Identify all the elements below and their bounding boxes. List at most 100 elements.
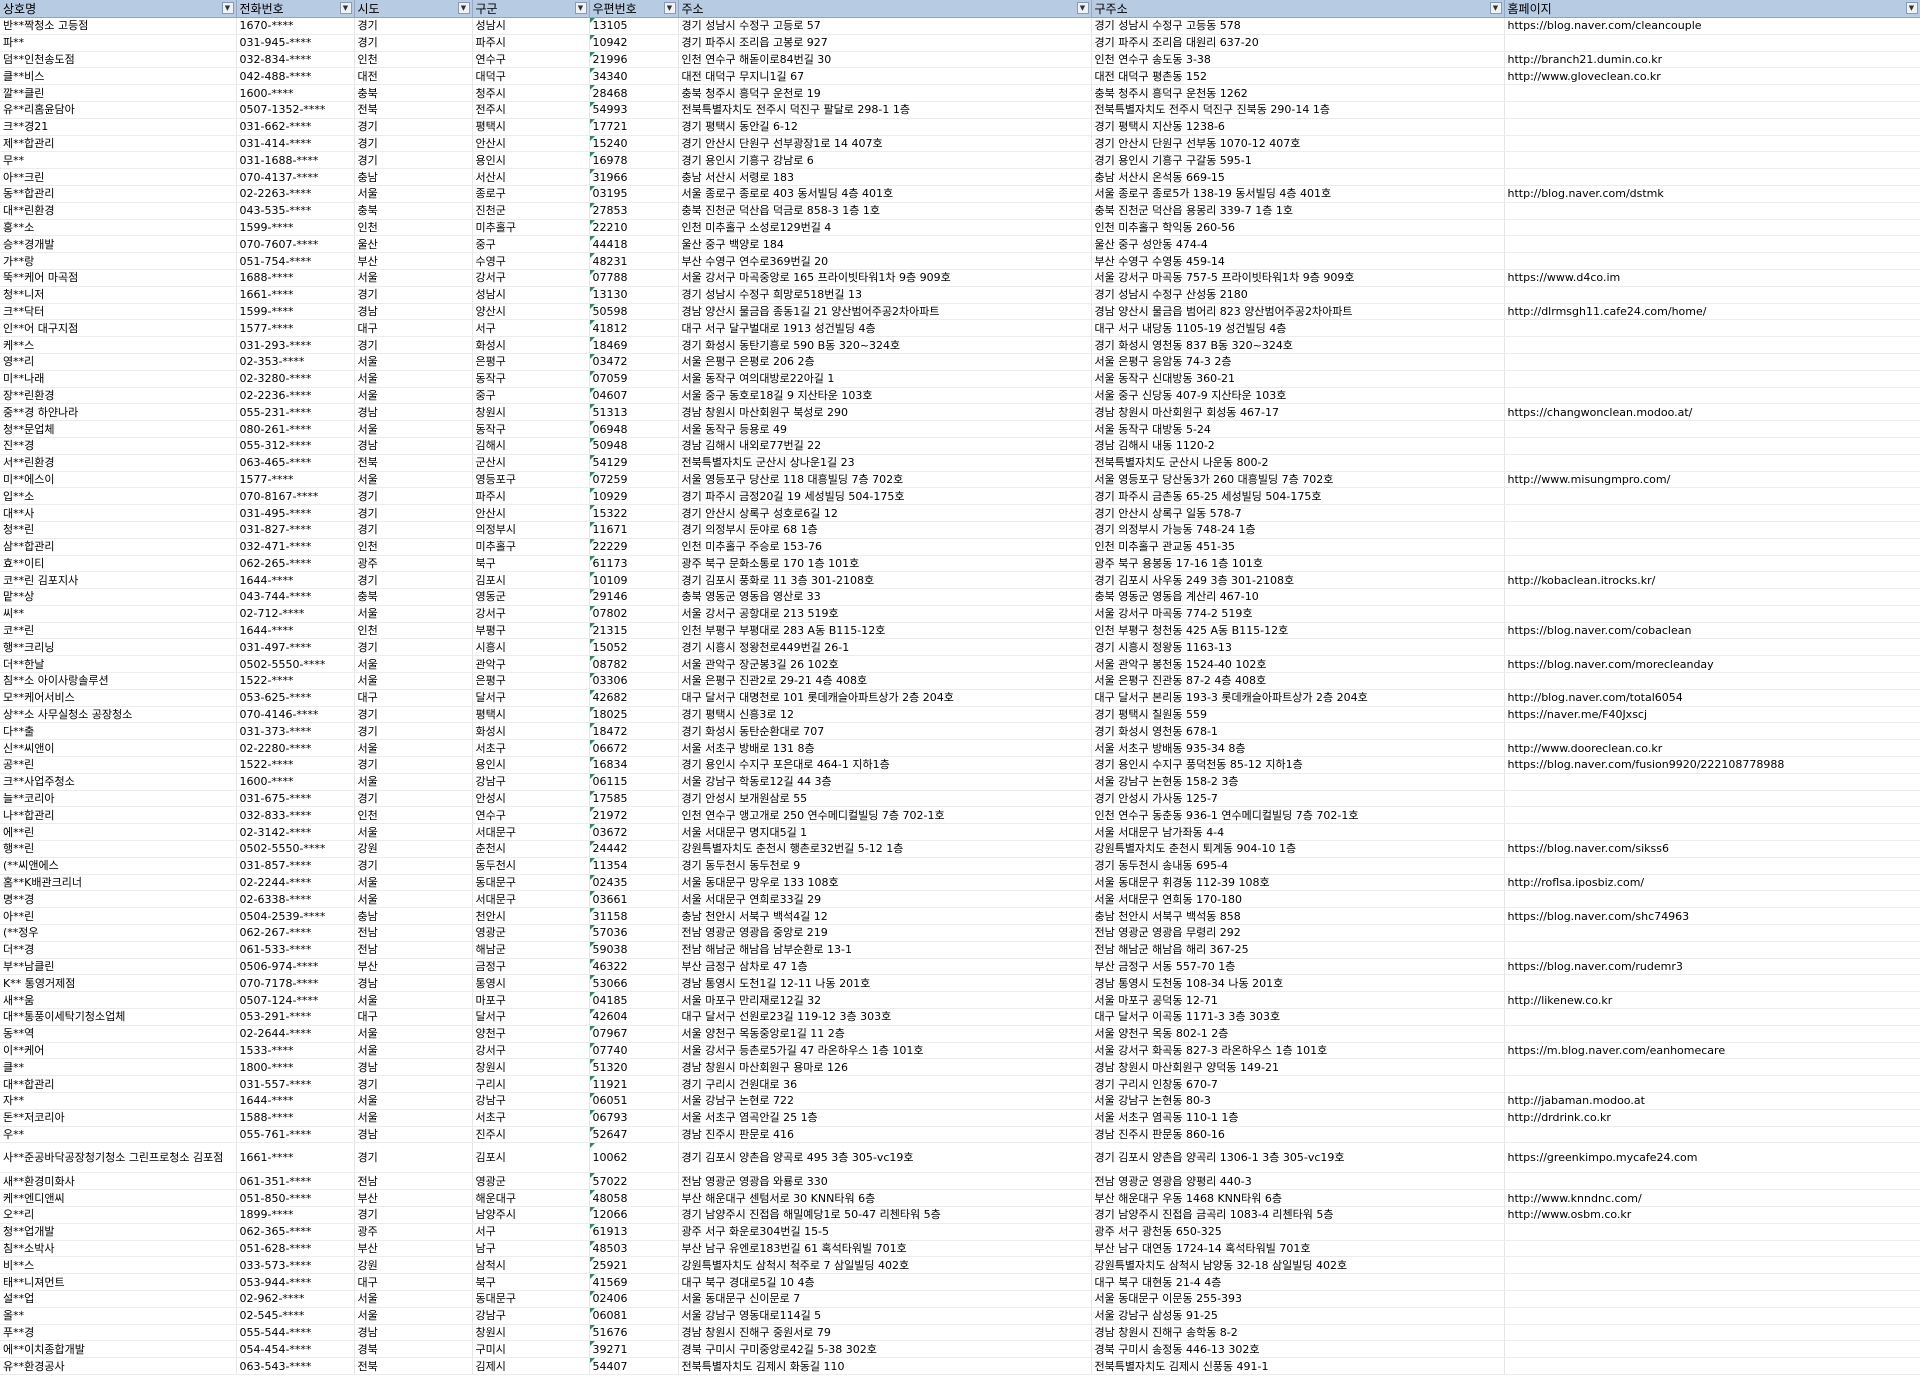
- table-cell[interactable]: http://drdrink.co.kr: [1504, 1109, 1920, 1127]
- table-cell[interactable]: 1588-****: [236, 1109, 355, 1127]
- table-cell[interactable]: 서울 강남구 논현동 80-3: [1091, 1092, 1505, 1110]
- table-cell[interactable]: 17721: [589, 118, 679, 136]
- table-cell[interactable]: 푸**경: [0, 1324, 237, 1342]
- table-cell[interactable]: 의정부시: [472, 521, 590, 539]
- table-cell[interactable]: 돈**저코리아: [0, 1109, 237, 1127]
- table-cell[interactable]: 서울: [354, 672, 473, 690]
- table-cell[interactable]: 상**소 사무실청소 공장청소: [0, 706, 237, 724]
- table-cell[interactable]: 전남 영광군 영광읍 무령리 292: [1091, 924, 1505, 942]
- table-cell[interactable]: 깔**클린: [0, 84, 237, 102]
- table-cell[interactable]: http://likenew.co.kr: [1504, 991, 1920, 1010]
- table-cell[interactable]: https://blog.naver.com/cleancouple: [1504, 17, 1920, 35]
- table-cell[interactable]: 북구: [472, 555, 590, 573]
- table-cell[interactable]: 1600-****: [236, 84, 355, 102]
- table-cell[interactable]: 48058: [589, 1189, 679, 1207]
- table-cell[interactable]: 충북 청주시 흥덕구 운천로 19: [678, 84, 1092, 102]
- table-cell[interactable]: 18472: [589, 722, 679, 741]
- table-cell[interactable]: 대**합관리: [0, 1075, 237, 1093]
- table-cell[interactable]: 경기 안성시 보개원삼로 55: [678, 790, 1092, 808]
- table-cell[interactable]: 다**출: [0, 722, 237, 741]
- table-cell[interactable]: 청**업개발: [0, 1223, 237, 1241]
- table-cell[interactable]: 서울 강남구 영동대로114길 5: [678, 1307, 1092, 1325]
- table-cell[interactable]: 인천: [354, 806, 473, 825]
- table-cell[interactable]: 서울: [354, 269, 473, 287]
- table-cell[interactable]: 에**린: [0, 823, 237, 842]
- table-cell[interactable]: 053-625-****: [236, 689, 355, 707]
- table-cell[interactable]: 경기 김포시 사우동 249 3층 301-2108호: [1091, 571, 1505, 590]
- table-cell[interactable]: 행**크리닝: [0, 638, 237, 657]
- column-header[interactable]: 구군 ▼: [472, 0, 590, 18]
- table-cell[interactable]: 02435: [589, 874, 679, 892]
- table-cell[interactable]: http://www.misungmpro.com/: [1504, 471, 1920, 489]
- table-cell[interactable]: [1504, 336, 1920, 354]
- table-cell[interactable]: 명**경: [0, 890, 237, 909]
- table-cell[interactable]: 02-6338-****: [236, 890, 355, 909]
- table-cell[interactable]: 강남구: [472, 1092, 590, 1110]
- table-cell[interactable]: 1661-****: [236, 1142, 355, 1174]
- column-header[interactable]: 구주소 ▼: [1091, 0, 1505, 18]
- table-cell[interactable]: 전주시: [472, 101, 590, 119]
- table-cell[interactable]: 서울 관악구 장군봉3길 26 102호: [678, 655, 1092, 674]
- table-cell[interactable]: 032-471-****: [236, 538, 355, 556]
- table-cell[interactable]: 032-833-****: [236, 806, 355, 825]
- table-cell[interactable]: 군산시: [472, 454, 590, 472]
- table-cell[interactable]: 07967: [589, 1025, 679, 1043]
- table-cell[interactable]: 용인시: [472, 151, 590, 170]
- table-cell[interactable]: 인천: [354, 622, 473, 640]
- table-cell[interactable]: 동대문구: [472, 874, 590, 892]
- table-cell[interactable]: 02-545-****: [236, 1307, 355, 1325]
- table-cell[interactable]: 51313: [589, 403, 679, 422]
- table-cell[interactable]: 10109: [589, 571, 679, 590]
- table-cell[interactable]: 서울 은평구 은평로 206 2층: [678, 353, 1092, 371]
- column-header[interactable]: 주소 ▼: [678, 0, 1092, 18]
- table-cell[interactable]: [1504, 790, 1920, 808]
- table-cell[interactable]: 부산 해운대구 우동 1468 KNN타워 6층: [1091, 1189, 1505, 1207]
- table-cell[interactable]: 경기 평택시 동안길 6-12: [678, 118, 1092, 136]
- table-cell[interactable]: http://kobaclean.itrocks.kr/: [1504, 571, 1920, 590]
- table-cell[interactable]: 침**소 아이사랑솔루션: [0, 672, 237, 690]
- table-cell[interactable]: 경기 구리시 건원대로 36: [678, 1075, 1092, 1093]
- table-cell[interactable]: https://blog.naver.com/fusion9920/222108…: [1504, 756, 1920, 774]
- table-cell[interactable]: 광주: [354, 555, 473, 573]
- table-cell[interactable]: 06793: [589, 1109, 679, 1127]
- table-cell[interactable]: 21996: [589, 51, 679, 69]
- filter-dropdown-icon[interactable]: ▼: [1905, 2, 1918, 14]
- table-cell[interactable]: 동**역: [0, 1025, 237, 1043]
- table-cell[interactable]: 광주 북구 용봉동 17-16 1층 101호: [1091, 555, 1505, 573]
- table-cell[interactable]: [1504, 1126, 1920, 1144]
- table-cell[interactable]: 042-488-****: [236, 67, 355, 86]
- table-cell[interactable]: 21315: [589, 622, 679, 640]
- table-cell[interactable]: 대전 대덕구 무지니1길 67: [678, 67, 1092, 86]
- table-cell[interactable]: 관악구: [472, 655, 590, 674]
- table-cell[interactable]: 늘**코리아: [0, 790, 237, 808]
- table-cell[interactable]: 063-465-****: [236, 454, 355, 472]
- table-cell[interactable]: [1504, 454, 1920, 472]
- table-cell[interactable]: 서울 동대문구 신이문로 7: [678, 1290, 1092, 1308]
- table-cell[interactable]: 파주시: [472, 487, 590, 506]
- table-cell[interactable]: [1504, 219, 1920, 237]
- table-cell[interactable]: 전북특별자치도 군산시 나운동 800-2: [1091, 454, 1505, 472]
- table-cell[interactable]: 055-231-****: [236, 403, 355, 422]
- table-cell[interactable]: 서울 동대문구 휘경동 112-39 108호: [1091, 874, 1505, 892]
- table-cell[interactable]: [1504, 118, 1920, 136]
- table-cell[interactable]: 강원특별자치도 삼척시 척주로 7 삼일빌딩 402호: [678, 1256, 1092, 1275]
- table-cell[interactable]: 전북특별자치도 김제시 신풍동 491-1: [1091, 1357, 1505, 1375]
- table-cell[interactable]: 사**준공바닥공장청기청소 그린프로청소 김포점: [0, 1142, 237, 1174]
- table-cell[interactable]: 성남시: [472, 17, 590, 35]
- table-cell[interactable]: 031-557-****: [236, 1075, 355, 1093]
- table-cell[interactable]: 서울 서초구 방배로 131 8층: [678, 739, 1092, 758]
- table-cell[interactable]: 나**합관리: [0, 806, 237, 825]
- table-cell[interactable]: 서울 중구 동호로18길 9 지산타운 103호: [678, 387, 1092, 405]
- table-cell[interactable]: 서울 서초구 염곡동 110-1 1층: [1091, 1109, 1505, 1127]
- table-cell[interactable]: 시흥시: [472, 638, 590, 657]
- table-cell[interactable]: 강원특별자치도 춘천시 행촌로32번길 5-12 1층: [678, 840, 1092, 858]
- table-cell[interactable]: 전북특별자치도 전주시 덕진구 진북동 290-14 1층: [1091, 101, 1505, 119]
- table-cell[interactable]: 서구: [472, 319, 590, 338]
- table-cell[interactable]: 서울 동대문구 망우로 133 108호: [678, 874, 1092, 892]
- table-cell[interactable]: 서울 강서구 마곡동 774-2 519호: [1091, 605, 1505, 623]
- table-cell[interactable]: 053-944-****: [236, 1273, 355, 1291]
- table-cell[interactable]: 0506-974-****: [236, 958, 355, 976]
- table-cell[interactable]: 부산: [354, 958, 473, 976]
- table-cell[interactable]: 전북특별자치도 전주시 덕진구 팔달로 298-1 1층: [678, 101, 1092, 119]
- table-cell[interactable]: 061-533-****: [236, 941, 355, 959]
